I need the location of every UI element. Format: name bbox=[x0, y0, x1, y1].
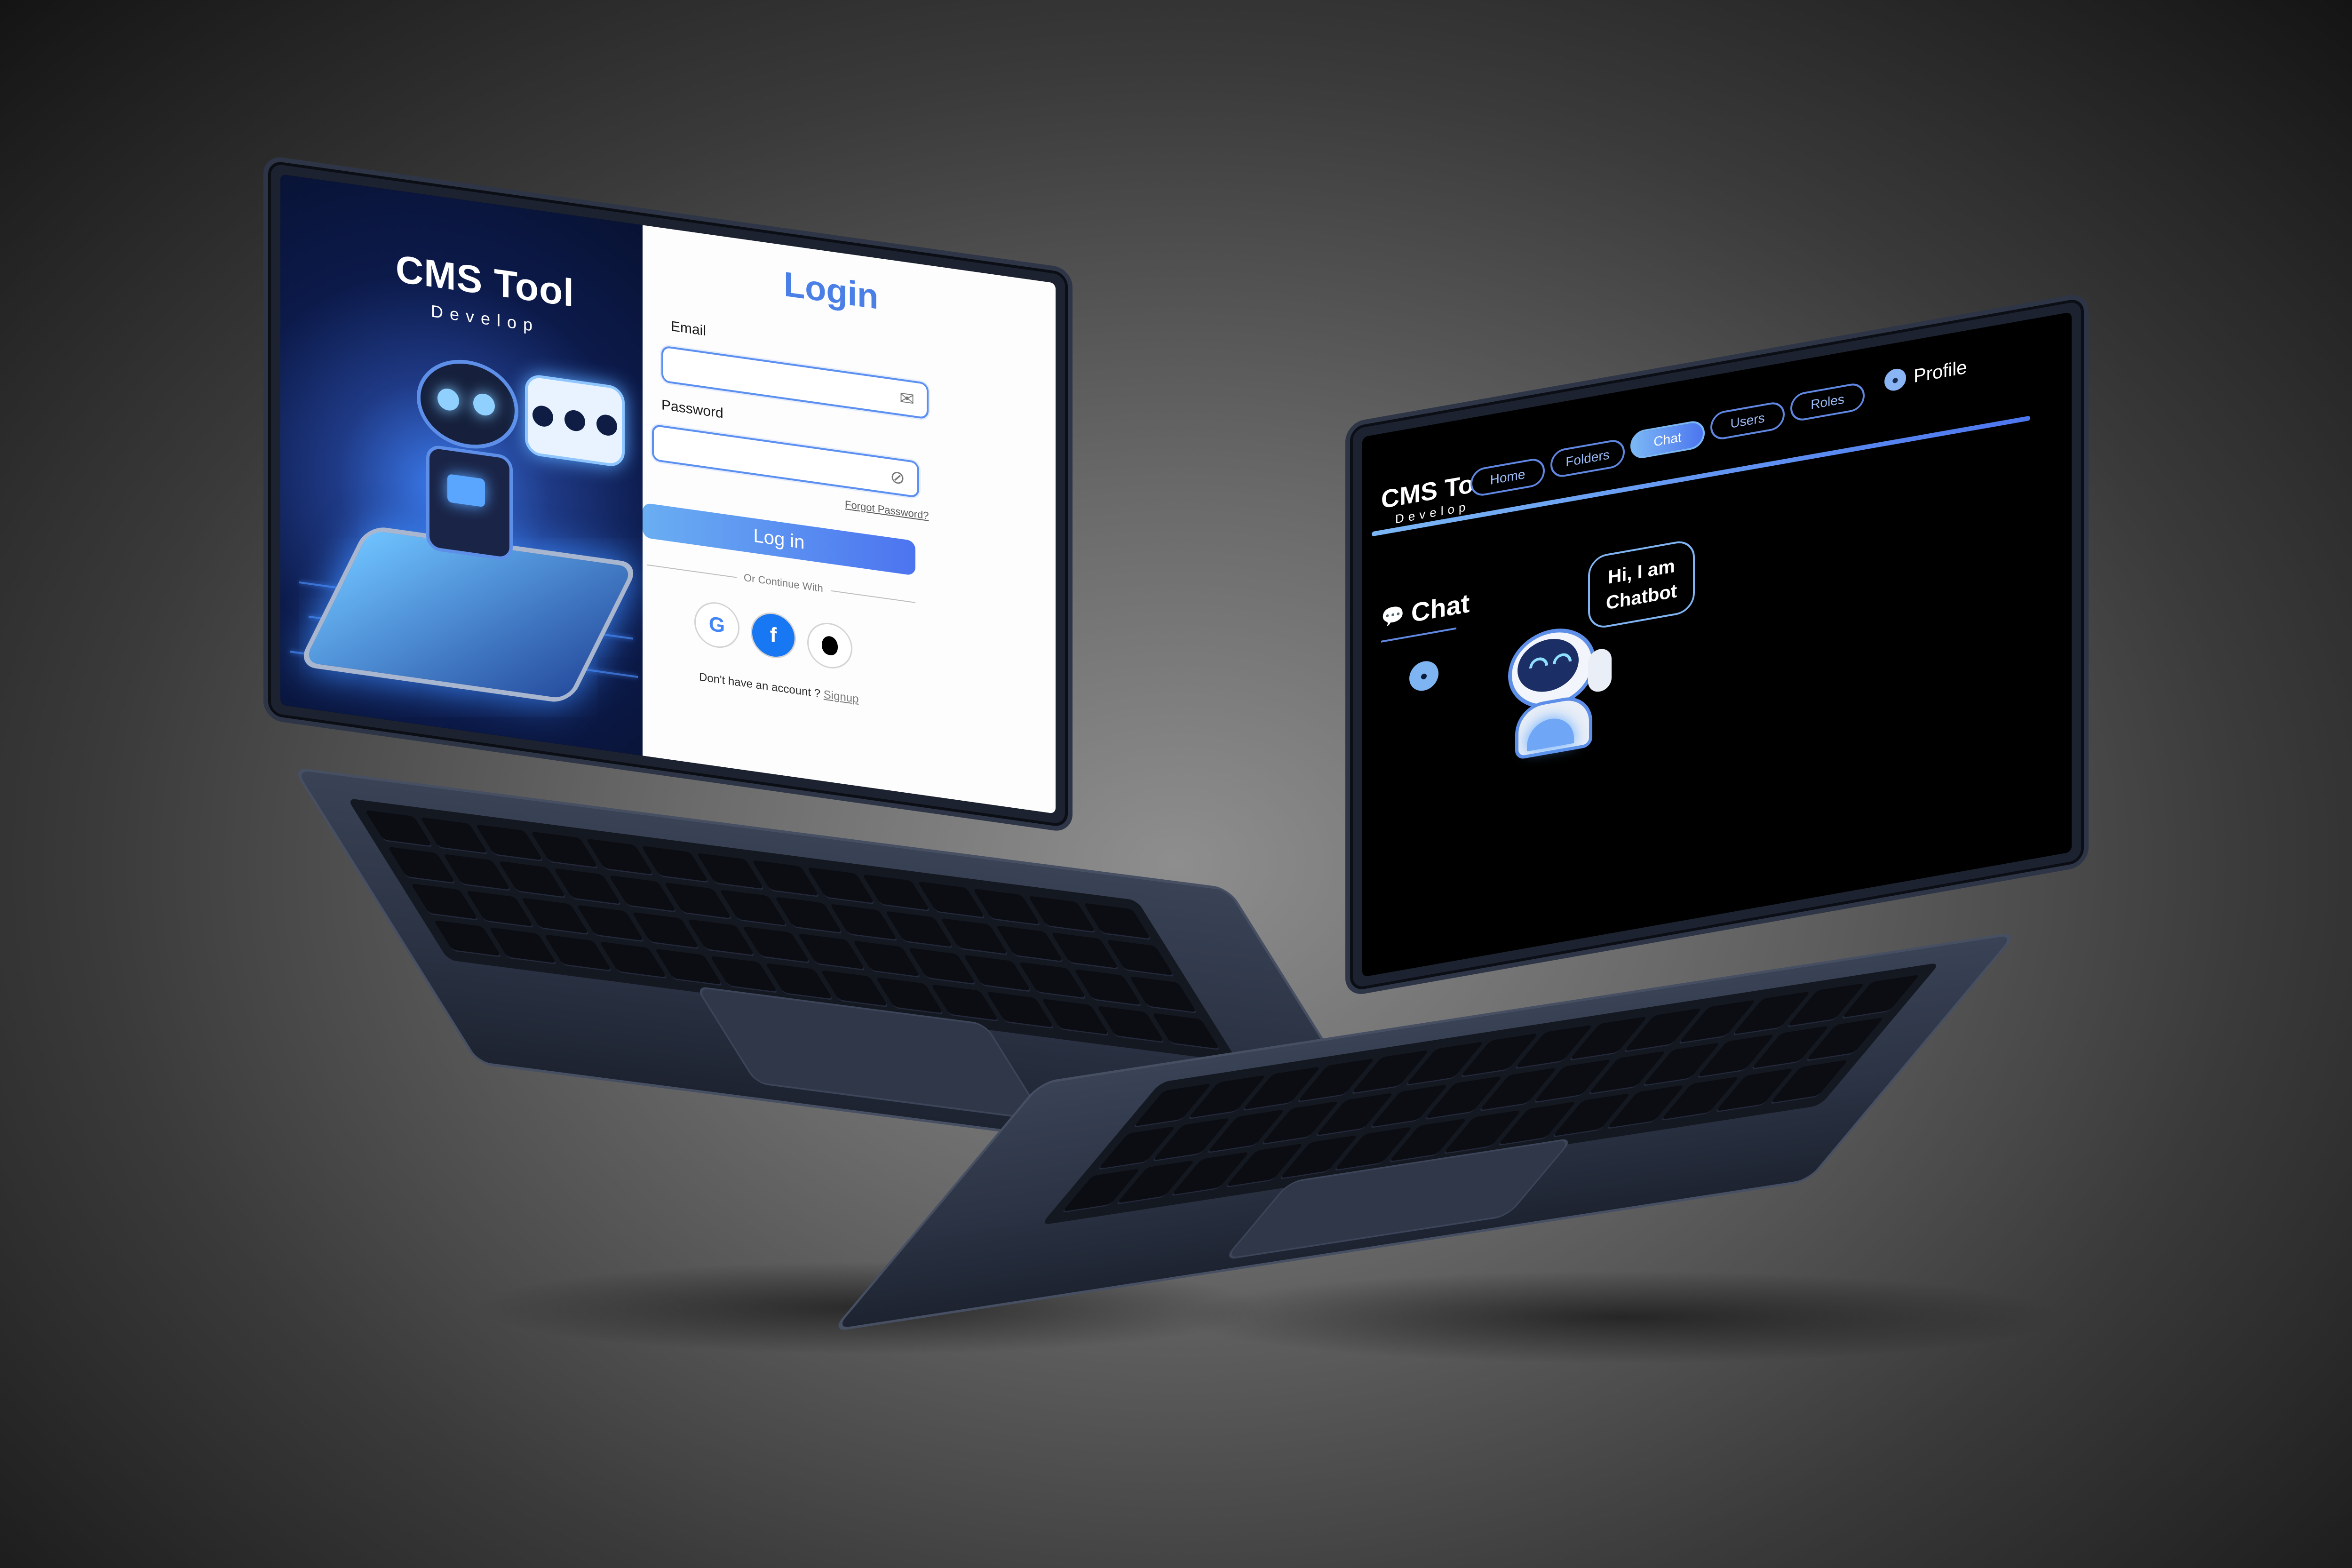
nav-folders[interactable]: Folders bbox=[1550, 438, 1625, 479]
google-login-button[interactable]: G bbox=[694, 599, 739, 651]
user-avatar-icon: ● bbox=[1884, 367, 1906, 393]
login-panel: Login Email ✉ Password ⊘ Forgot Password… bbox=[643, 225, 1056, 814]
laptop-lid: CMS Tool Develop Login Email ✉ Password … bbox=[263, 155, 1073, 833]
divider-left bbox=[647, 564, 737, 578]
nav-home[interactable]: Home bbox=[1470, 456, 1545, 498]
email-label: Email bbox=[671, 318, 707, 339]
brand-title: CMS Tool bbox=[396, 247, 574, 316]
signup-link[interactable]: Signup bbox=[824, 688, 859, 706]
chat-screen: CMS Tool Develop Home Folders Chat Users… bbox=[1362, 312, 2072, 977]
password-label: Password bbox=[661, 397, 723, 422]
google-icon: G bbox=[708, 612, 725, 638]
speech-bubble-icon bbox=[525, 373, 625, 469]
top-navbar: CMS Tool Develop Home Folders Chat Users… bbox=[1362, 312, 2072, 545]
laptop-login: CMS Tool Develop Login Email ✉ Password … bbox=[263, 155, 1415, 1186]
login-heading: Login bbox=[784, 264, 879, 317]
facebook-icon: f bbox=[770, 623, 777, 647]
forgot-password-link[interactable]: Forgot Password? bbox=[845, 498, 929, 522]
password-field[interactable]: ⊘ bbox=[652, 424, 919, 499]
login-screen: CMS Tool Develop Login Email ✉ Password … bbox=[280, 174, 1056, 814]
facebook-login-button[interactable]: f bbox=[751, 609, 796, 661]
chatbot-robot-icon bbox=[1499, 617, 1621, 761]
chatbot-greeting-bubble: Hi, I am Chatbot bbox=[1588, 538, 1695, 631]
profile-label: Profile bbox=[1914, 356, 1967, 387]
laptop-lid: CMS Tool Develop Home Folders Chat Users… bbox=[1345, 292, 2089, 997]
illustration-panel: CMS Tool Develop bbox=[280, 174, 643, 756]
apple-login-button[interactable] bbox=[807, 620, 852, 672]
nav-roles[interactable]: Roles bbox=[1790, 381, 1865, 423]
signup-prompt: Don't have an account ? Signup bbox=[699, 670, 859, 706]
eye-slash-icon[interactable]: ⊘ bbox=[890, 466, 905, 489]
chat-title-text: Chat bbox=[1411, 588, 1470, 628]
chat-section-title: 💬 Chat bbox=[1381, 588, 1470, 634]
profile-button[interactable]: ● Profile bbox=[1884, 356, 1967, 393]
signup-prompt-text: Don't have an account ? bbox=[699, 670, 824, 701]
apple-icon bbox=[822, 635, 838, 656]
laptop-chat: CMS Tool Develop Home Folders Chat Users… bbox=[830, 292, 2154, 1332]
bot-avatar-icon[interactable]: ● bbox=[1409, 659, 1438, 693]
nav-chat[interactable]: Chat bbox=[1630, 419, 1705, 461]
mail-icon: ✉ bbox=[899, 388, 914, 410]
divider-right bbox=[831, 590, 915, 603]
nav-users[interactable]: Users bbox=[1710, 400, 1785, 442]
or-continue-with: Or Continue With bbox=[744, 571, 823, 595]
chat-icon: 💬 bbox=[1381, 604, 1405, 629]
